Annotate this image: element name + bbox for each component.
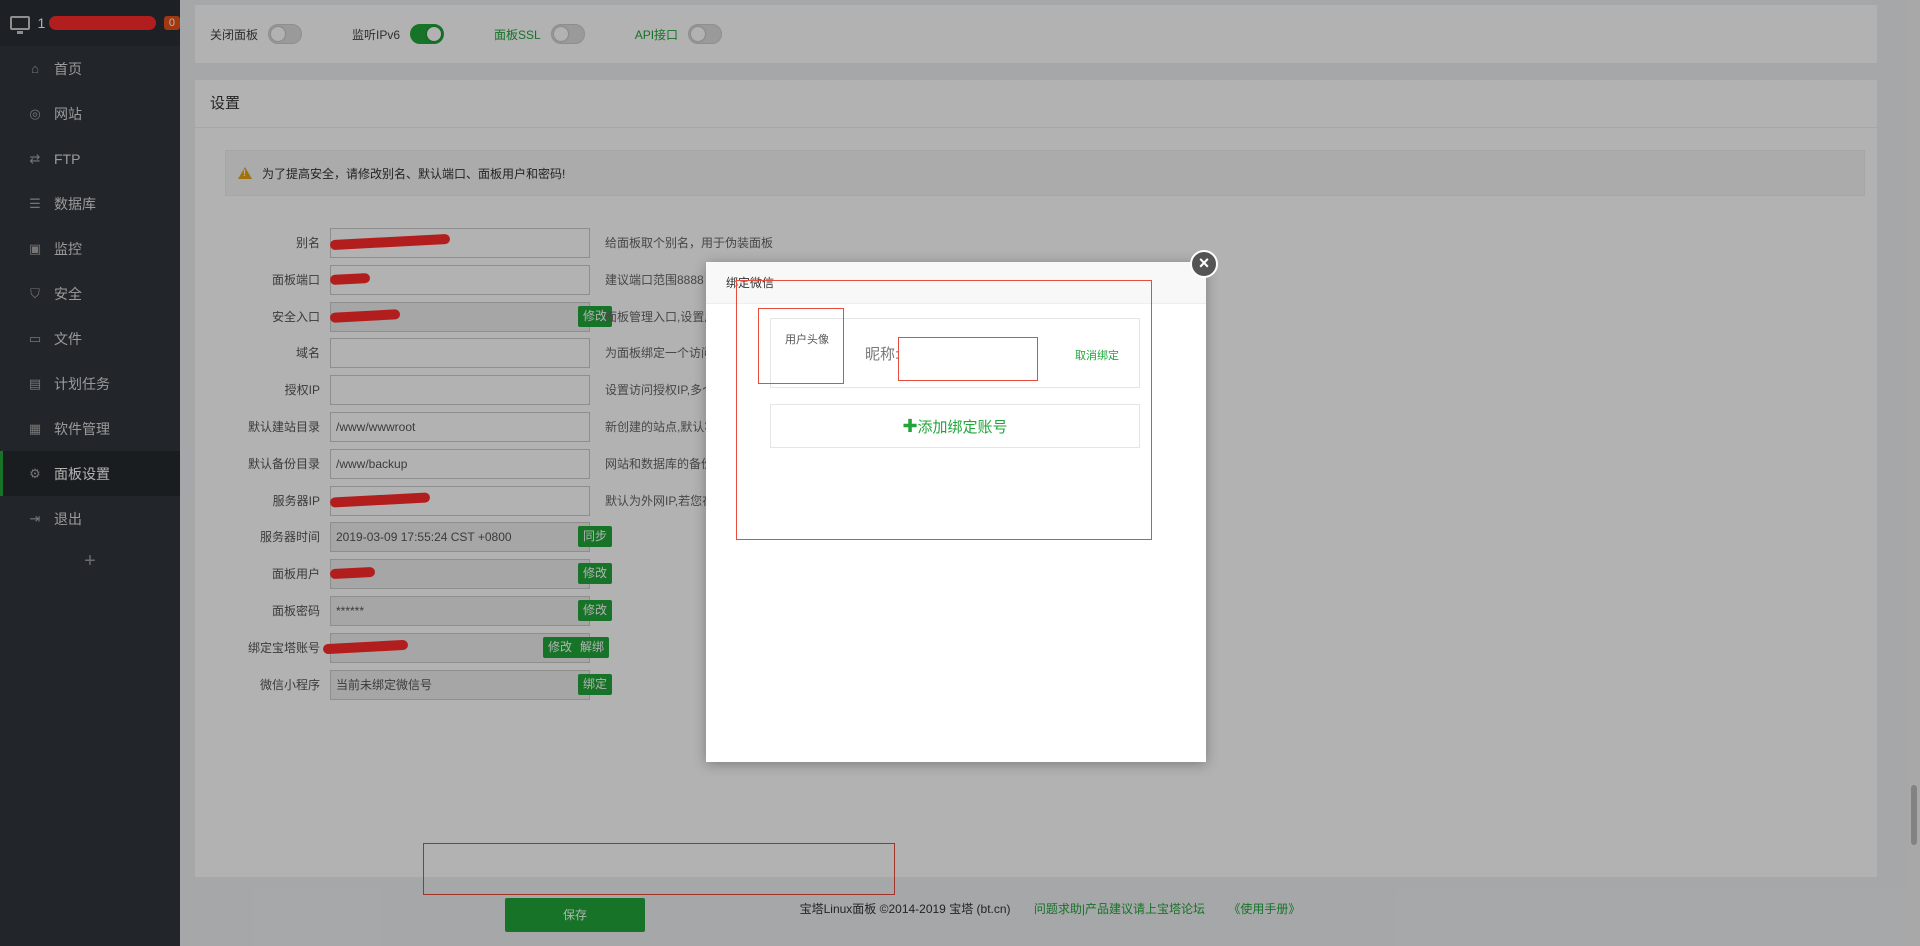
highlight-box xyxy=(898,337,1038,381)
highlight-box xyxy=(758,308,844,384)
close-icon[interactable]: × xyxy=(1190,250,1218,278)
